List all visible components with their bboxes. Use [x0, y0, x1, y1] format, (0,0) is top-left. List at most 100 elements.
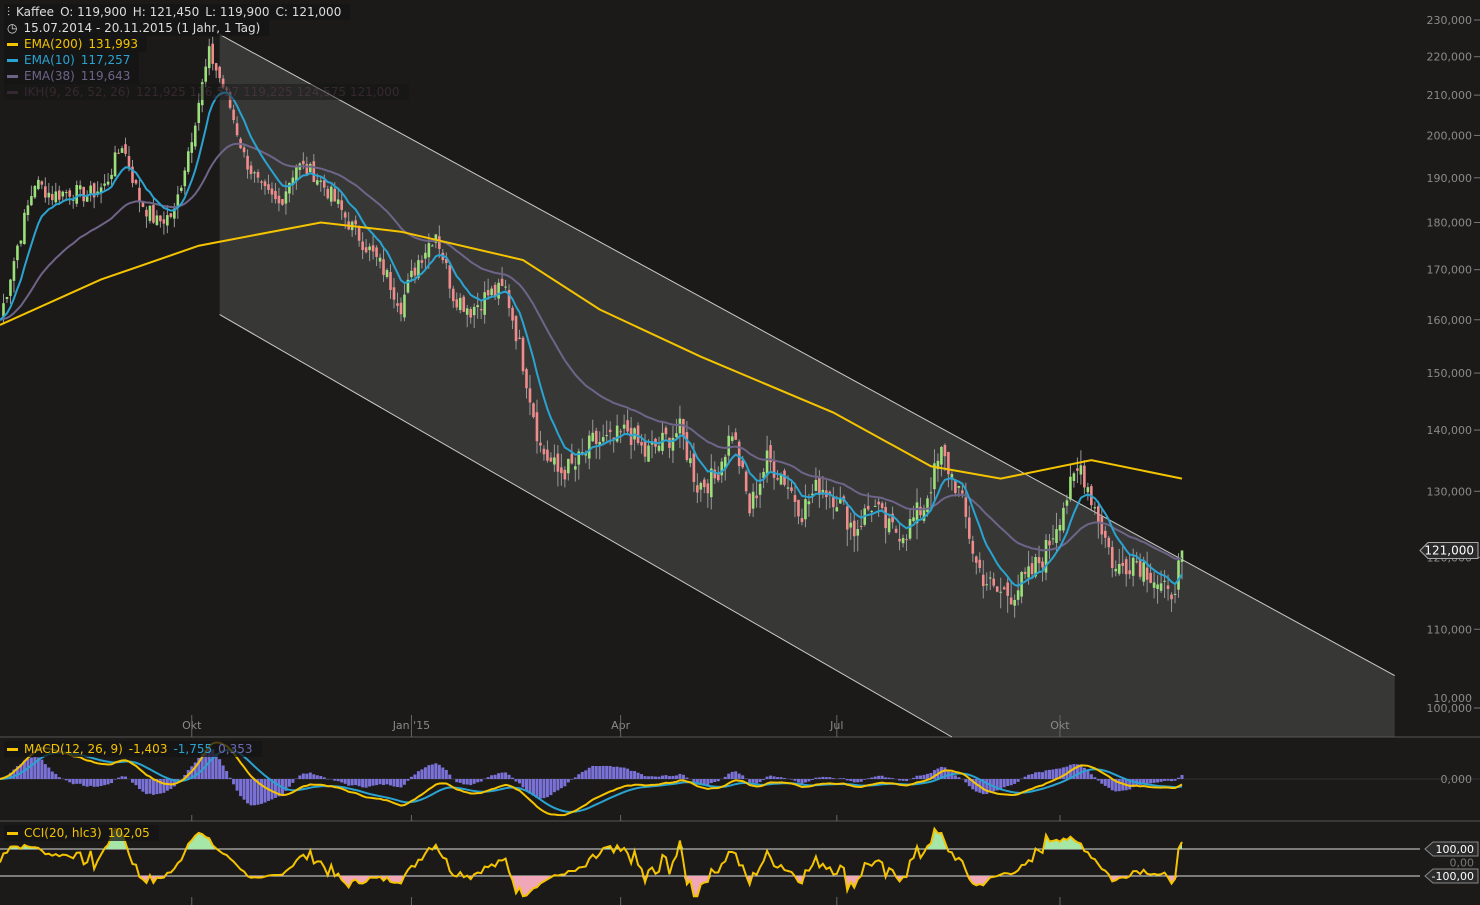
candle-body	[1055, 529, 1058, 543]
candle-body	[511, 307, 514, 321]
macd-histogram-bar	[312, 774, 316, 779]
macd-histogram-bar	[389, 779, 393, 786]
candle-body	[403, 294, 406, 318]
macd-histogram-bar	[354, 779, 358, 786]
candle-body	[263, 181, 267, 187]
macd-histogram-bar	[1051, 769, 1055, 779]
candle-body	[37, 179, 40, 190]
macd-histogram-bar	[1089, 774, 1093, 779]
candle-body	[500, 278, 504, 287]
macd-histogram-bar	[148, 779, 152, 794]
candle-body	[274, 190, 277, 200]
macd-histogram-bar	[891, 778, 895, 779]
macd-histogram-bar	[640, 774, 644, 779]
macd-histogram-bar	[336, 779, 340, 782]
candle-body	[183, 170, 187, 187]
candle-body	[375, 247, 378, 257]
macd-histogram-bar	[667, 776, 671, 779]
macd-histogram-bar	[1044, 770, 1048, 779]
candle-body	[779, 475, 783, 485]
macd-histogram-bar	[486, 777, 490, 779]
macd-histogram-bar	[633, 771, 637, 779]
macd-histogram-bar	[385, 779, 389, 785]
candle-body	[57, 190, 61, 200]
macd-histogram-bar	[793, 779, 797, 781]
macd-histogram-bar	[1016, 779, 1020, 782]
candle-body	[912, 517, 915, 522]
candle-body	[1180, 550, 1184, 562]
candle-body	[197, 102, 201, 123]
candle-body	[943, 445, 947, 457]
macd-histogram-bar	[880, 775, 884, 779]
candle-body	[385, 270, 389, 277]
macd-histogram-bar	[1163, 779, 1167, 781]
macd-histogram-bar	[807, 779, 811, 782]
candle-body	[120, 148, 124, 153]
price-chart[interactable]: 230,000 220,000 210,000 200,000 190,000 180,0…	[0, 0, 1480, 905]
macd-histogram-bar	[1086, 770, 1090, 779]
candle-body	[797, 499, 800, 517]
macd-histogram-bar	[1048, 769, 1052, 779]
candle-body	[974, 556, 978, 563]
candle-body	[880, 503, 884, 509]
macd-histogram-bar	[570, 779, 574, 780]
macd-histogram-bar	[524, 779, 528, 791]
candle-body	[640, 442, 643, 446]
candle-body	[981, 574, 985, 587]
macd-histogram-bar	[382, 779, 386, 786]
candle-body	[563, 469, 567, 480]
macd-histogram-bar	[751, 779, 755, 783]
candle-body	[1145, 567, 1149, 580]
candle-body	[1103, 530, 1107, 538]
candle-body	[703, 479, 706, 488]
candle-body	[392, 287, 396, 300]
candle-body	[1121, 562, 1125, 566]
macd-histogram-bar	[78, 779, 82, 784]
candle-body	[302, 160, 305, 165]
macd-histogram-bar	[239, 779, 243, 797]
macd-histogram-bar	[643, 776, 647, 779]
candle-body	[1086, 487, 1090, 493]
macd-histogram-bar	[566, 779, 570, 783]
macd-histogram-bar	[430, 764, 434, 779]
macd-histogram-bar	[727, 773, 731, 779]
candle-body	[256, 172, 260, 178]
candle-body	[246, 155, 249, 170]
candle-body	[1110, 546, 1114, 569]
macd-histogram-bar	[413, 774, 417, 779]
candle-body	[469, 308, 473, 318]
macd-histogram-bar	[678, 773, 682, 779]
candle-body	[16, 245, 19, 261]
candle-body	[619, 431, 622, 433]
trend-channel	[219, 34, 1395, 738]
date-range: ◷ 15.07.2014 - 20.11.2015 (1 Jahr, 1 Tag)	[4, 20, 270, 36]
macd-histogram-bar	[887, 777, 891, 779]
candle-body	[1100, 516, 1104, 535]
macd-histogram-bar	[476, 779, 480, 783]
candle-body	[1051, 538, 1055, 540]
macd-histogram-bar	[1027, 774, 1031, 779]
macd-histogram-bar	[1180, 774, 1184, 779]
candle-body	[364, 247, 368, 253]
macd-histogram-bar	[448, 774, 452, 779]
candle-body	[420, 260, 424, 263]
macd-histogram-bar	[584, 770, 588, 779]
macd-histogram-bar	[563, 779, 567, 787]
macd-histogram-bar	[420, 769, 424, 779]
candle-body	[1166, 585, 1170, 589]
macd-histogram-bar	[249, 779, 253, 806]
candle-body	[322, 180, 326, 188]
chart-area[interactable]: 230,000 220,000 210,000 200,000 190,000 180,0…	[0, 0, 1480, 905]
candle-body	[929, 492, 933, 494]
indicator-icon: ⫶	[7, 5, 11, 19]
candle-body	[567, 458, 570, 474]
macd-histogram-bar	[71, 779, 75, 785]
candle-body	[919, 506, 922, 516]
macd-histogram-bar	[375, 779, 379, 786]
candle-body	[887, 518, 891, 533]
candle-body	[535, 412, 539, 442]
macd-histogram-bar	[260, 779, 264, 804]
macd-histogram-bar	[319, 776, 323, 779]
candle-body	[546, 449, 549, 461]
candle-body	[305, 163, 309, 175]
